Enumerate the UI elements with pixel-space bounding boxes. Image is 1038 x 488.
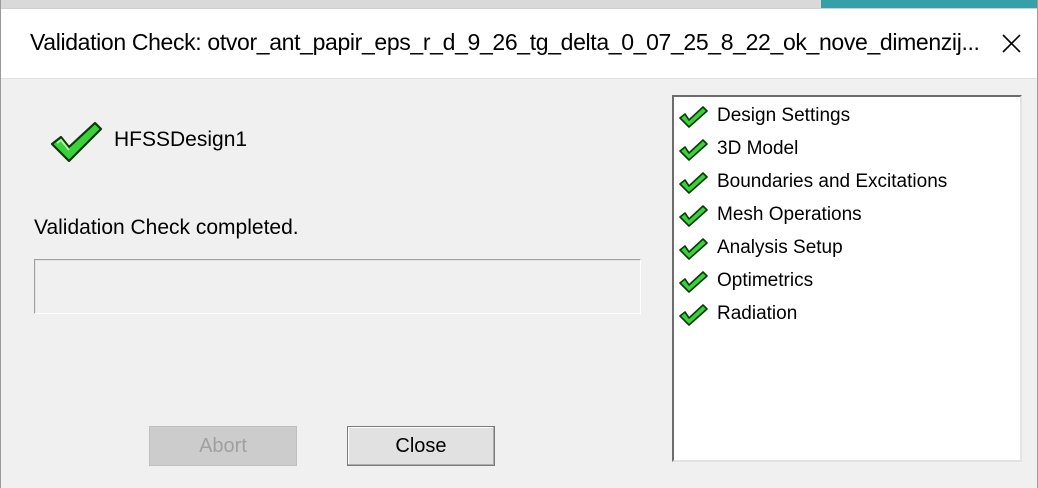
validation-check-dialog: Validation Check: otvor_ant_papir_eps_r_… bbox=[0, 0, 1038, 488]
list-item: 3D Model bbox=[674, 134, 1020, 167]
list-item-label: Analysis Setup bbox=[717, 237, 843, 258]
green-check-icon bbox=[678, 138, 708, 167]
list-item-label: Optimetrics bbox=[717, 270, 814, 291]
list-item-label: Design Settings bbox=[717, 105, 851, 126]
list-item: Boundaries and Excitations bbox=[674, 167, 1020, 200]
list-item: Mesh Operations bbox=[674, 200, 1020, 233]
green-check-icon bbox=[678, 270, 708, 299]
list-item-label: Radiation bbox=[717, 303, 798, 324]
green-check-icon bbox=[678, 204, 708, 233]
green-check-icon bbox=[678, 171, 708, 200]
list-item-label: Boundaries and Excitations bbox=[717, 171, 948, 192]
title-bar[interactable]: Validation Check: otvor_ant_papir_eps_r_… bbox=[1, 8, 1037, 79]
list-item: Design Settings bbox=[674, 101, 1020, 134]
list-item-label: 3D Model bbox=[717, 138, 799, 159]
close-window-button[interactable] bbox=[991, 23, 1031, 63]
design-name: HFSSDesign1 bbox=[114, 128, 248, 151]
green-check-icon bbox=[678, 237, 708, 266]
abort-button[interactable]: Abort bbox=[149, 426, 297, 466]
list-item-label: Mesh Operations bbox=[717, 204, 862, 225]
green-check-icon bbox=[49, 120, 103, 169]
window-title: Validation Check: otvor_ant_papir_eps_r_… bbox=[30, 29, 980, 55]
progress-bar bbox=[34, 259, 641, 314]
validation-items-list[interactable]: Design Settings 3D Model Boundaries and … bbox=[672, 95, 1022, 462]
close-button[interactable]: Close bbox=[347, 426, 495, 466]
background-window-strip bbox=[1, 0, 1037, 8]
green-check-icon bbox=[678, 105, 708, 134]
list-item: Analysis Setup bbox=[674, 233, 1020, 266]
close-icon bbox=[1002, 34, 1021, 53]
list-item: Radiation bbox=[674, 299, 1020, 332]
dialog-body: HFSSDesign1 Validation Check completed. … bbox=[1, 79, 1037, 488]
status-message: Validation Check completed. bbox=[34, 216, 299, 239]
green-check-icon bbox=[678, 303, 708, 332]
list-item: Optimetrics bbox=[674, 266, 1020, 299]
